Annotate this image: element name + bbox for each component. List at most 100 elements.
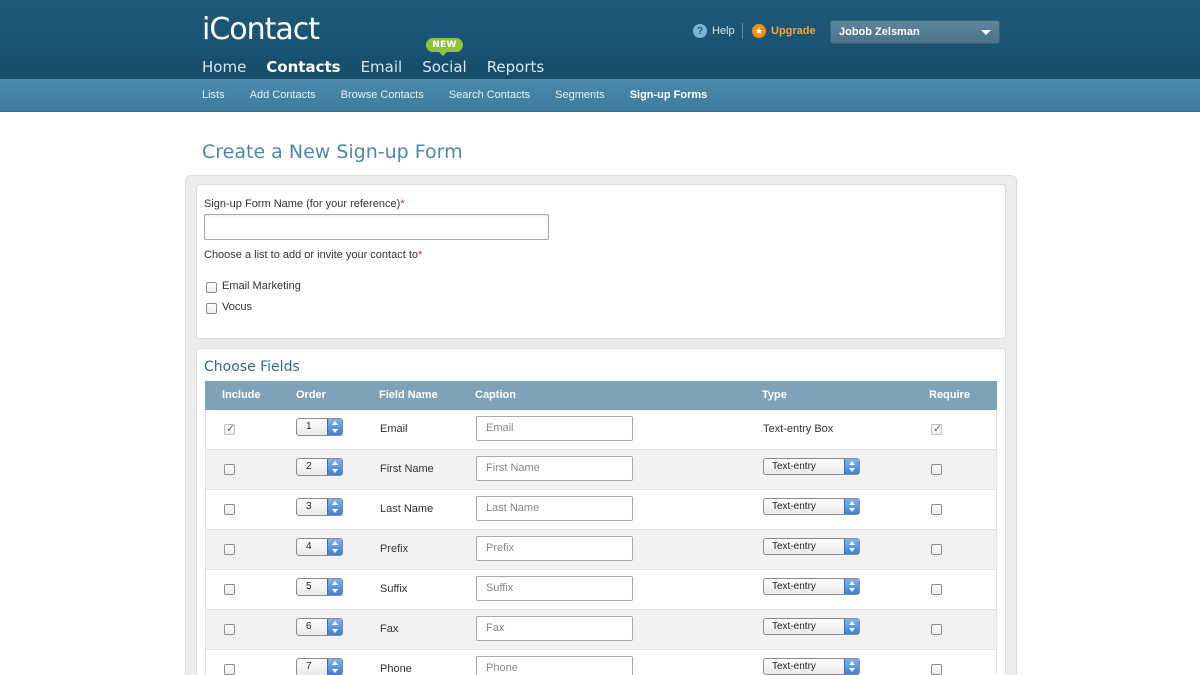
require-checkbox[interactable] <box>931 422 942 435</box>
star-icon: ★ <box>752 24 766 38</box>
table-row: 7 Phone Phone Text-entry <box>205 650 997 675</box>
subnav-browse-contacts[interactable]: Browse Contacts <box>341 89 424 101</box>
page-title: Create a New Sign-up Form <box>202 141 463 163</box>
caption-input[interactable]: Suffix <box>476 576 633 601</box>
type-select[interactable]: Text-entry <box>763 538 860 555</box>
stepper-arrows-icon <box>327 499 342 515</box>
type-select[interactable]: Text-entry <box>763 658 860 675</box>
list-label-email-marketing: Email Marketing <box>222 280 301 292</box>
select-arrows-icon <box>844 499 859 514</box>
order-stepper[interactable]: 5 <box>296 578 343 596</box>
main-nav: Home Contacts Email NEW Social Reports <box>202 38 564 76</box>
include-checkbox[interactable] <box>224 422 235 435</box>
table-row: 3 Last Name Last Name Text-entry <box>205 490 997 530</box>
user-dropdown[interactable]: Jobob Zelsman <box>830 20 1000 44</box>
order-stepper[interactable]: 3 <box>296 498 343 516</box>
require-checkbox[interactable] <box>931 624 942 635</box>
col-field-name: Field Name <box>379 389 438 401</box>
order-stepper[interactable]: 7 <box>296 658 343 675</box>
require-checkbox[interactable] <box>931 504 942 515</box>
field-name: Email <box>380 423 408 435</box>
upgrade-label: Upgrade <box>771 25 816 37</box>
fields-table-header: Include Order Field Name Caption Type Re… <box>205 381 997 410</box>
include-checkbox[interactable] <box>224 544 235 555</box>
order-value: 6 <box>306 621 312 632</box>
stepper-arrows-icon <box>327 619 342 635</box>
select-arrows-icon <box>844 659 859 674</box>
nav-home[interactable]: Home <box>202 58 246 76</box>
select-arrows-icon <box>844 579 859 594</box>
include-checkbox[interactable] <box>224 504 235 515</box>
col-require: Require <box>929 389 970 401</box>
type-select[interactable]: Text-entry <box>763 498 860 515</box>
order-stepper[interactable]: 4 <box>296 538 343 556</box>
top-header: iContact Home Contacts Email NEW Social … <box>0 0 1200 79</box>
field-name: First Name <box>380 463 434 475</box>
include-checkbox[interactable] <box>224 664 235 675</box>
include-checkbox[interactable] <box>224 624 235 635</box>
subnav-add-contacts[interactable]: Add Contacts <box>250 89 316 101</box>
table-row: 4 Prefix Prefix Text-entry <box>205 530 997 570</box>
help-label: Help <box>712 25 735 37</box>
stepper-arrows-icon <box>327 459 342 475</box>
caption-input[interactable]: Last Name <box>476 496 633 521</box>
list-choice-label: Choose a list to add or invite your cont… <box>204 249 423 261</box>
field-name: Suffix <box>380 583 408 595</box>
caption-input[interactable]: Email <box>476 416 633 441</box>
require-checkbox[interactable] <box>931 664 942 675</box>
nav-email[interactable]: Email <box>361 58 403 76</box>
form-name-label: Sign-up Form Name (for your reference)* <box>204 198 405 210</box>
field-name: Phone <box>380 663 412 675</box>
order-value: 5 <box>306 581 312 592</box>
icontact-logo[interactable]: iContact <box>202 12 320 47</box>
order-value: 7 <box>306 661 312 672</box>
sub-nav-bar: Lists Add Contacts Browse Contacts Searc… <box>0 79 1200 112</box>
caption-input[interactable]: Phone <box>476 656 633 675</box>
select-arrows-icon <box>844 459 859 474</box>
subnav-signup-forms[interactable]: Sign-up Forms <box>630 89 708 101</box>
nav-contacts[interactable]: Contacts <box>266 58 340 76</box>
type-select-value: Text-entry <box>772 461 816 472</box>
type-select[interactable]: Text-entry <box>763 618 860 635</box>
caption-input[interactable]: Prefix <box>476 536 633 561</box>
subnav-segments[interactable]: Segments <box>555 89 605 101</box>
type-select[interactable]: Text-entry <box>763 578 860 595</box>
require-checkbox[interactable] <box>931 544 942 555</box>
col-type: Type <box>762 389 787 401</box>
nav-social[interactable]: NEW Social <box>422 38 467 76</box>
field-name: Prefix <box>380 543 409 555</box>
require-checkbox[interactable] <box>931 584 942 595</box>
order-value: 4 <box>306 541 312 552</box>
require-checkbox[interactable] <box>931 464 942 475</box>
stepper-arrows-icon <box>327 659 342 675</box>
type-select-value: Text-entry <box>772 501 816 512</box>
stepper-arrows-icon <box>327 579 342 595</box>
field-name: Fax <box>380 623 399 635</box>
user-name: Jobob Zelsman <box>839 26 920 38</box>
help-link[interactable]: ? Help <box>693 24 735 38</box>
type-select[interactable]: Text-entry <box>763 458 860 475</box>
subnav-lists[interactable]: Lists <box>202 89 225 101</box>
form-name-input[interactable] <box>204 214 549 240</box>
stepper-arrows-icon <box>327 539 342 555</box>
subnav-search-contacts[interactable]: Search Contacts <box>449 89 530 101</box>
nav-social-label: Social <box>422 58 467 76</box>
order-stepper[interactable]: 2 <box>296 458 343 476</box>
type-select-value: Text-entry <box>772 621 816 632</box>
upgrade-link[interactable]: ★ Upgrade <box>752 24 816 38</box>
order-value: 3 <box>306 501 312 512</box>
nav-reports[interactable]: Reports <box>487 58 545 76</box>
list-checkbox-email-marketing[interactable] <box>206 282 217 293</box>
order-stepper[interactable]: 1 <box>296 418 343 436</box>
caption-input[interactable]: Fax <box>476 616 633 641</box>
order-stepper[interactable]: 6 <box>296 618 343 636</box>
caption-input[interactable]: First Name <box>476 456 633 481</box>
help-icon: ? <box>693 24 707 38</box>
include-checkbox[interactable] <box>224 584 235 595</box>
list-checkbox-vocus[interactable] <box>206 303 217 314</box>
order-value: 1 <box>306 421 312 432</box>
col-order: Order <box>296 389 326 401</box>
select-arrows-icon <box>844 539 859 554</box>
table-row: 6 Fax Fax Text-entry <box>205 610 997 650</box>
include-checkbox[interactable] <box>224 464 235 475</box>
